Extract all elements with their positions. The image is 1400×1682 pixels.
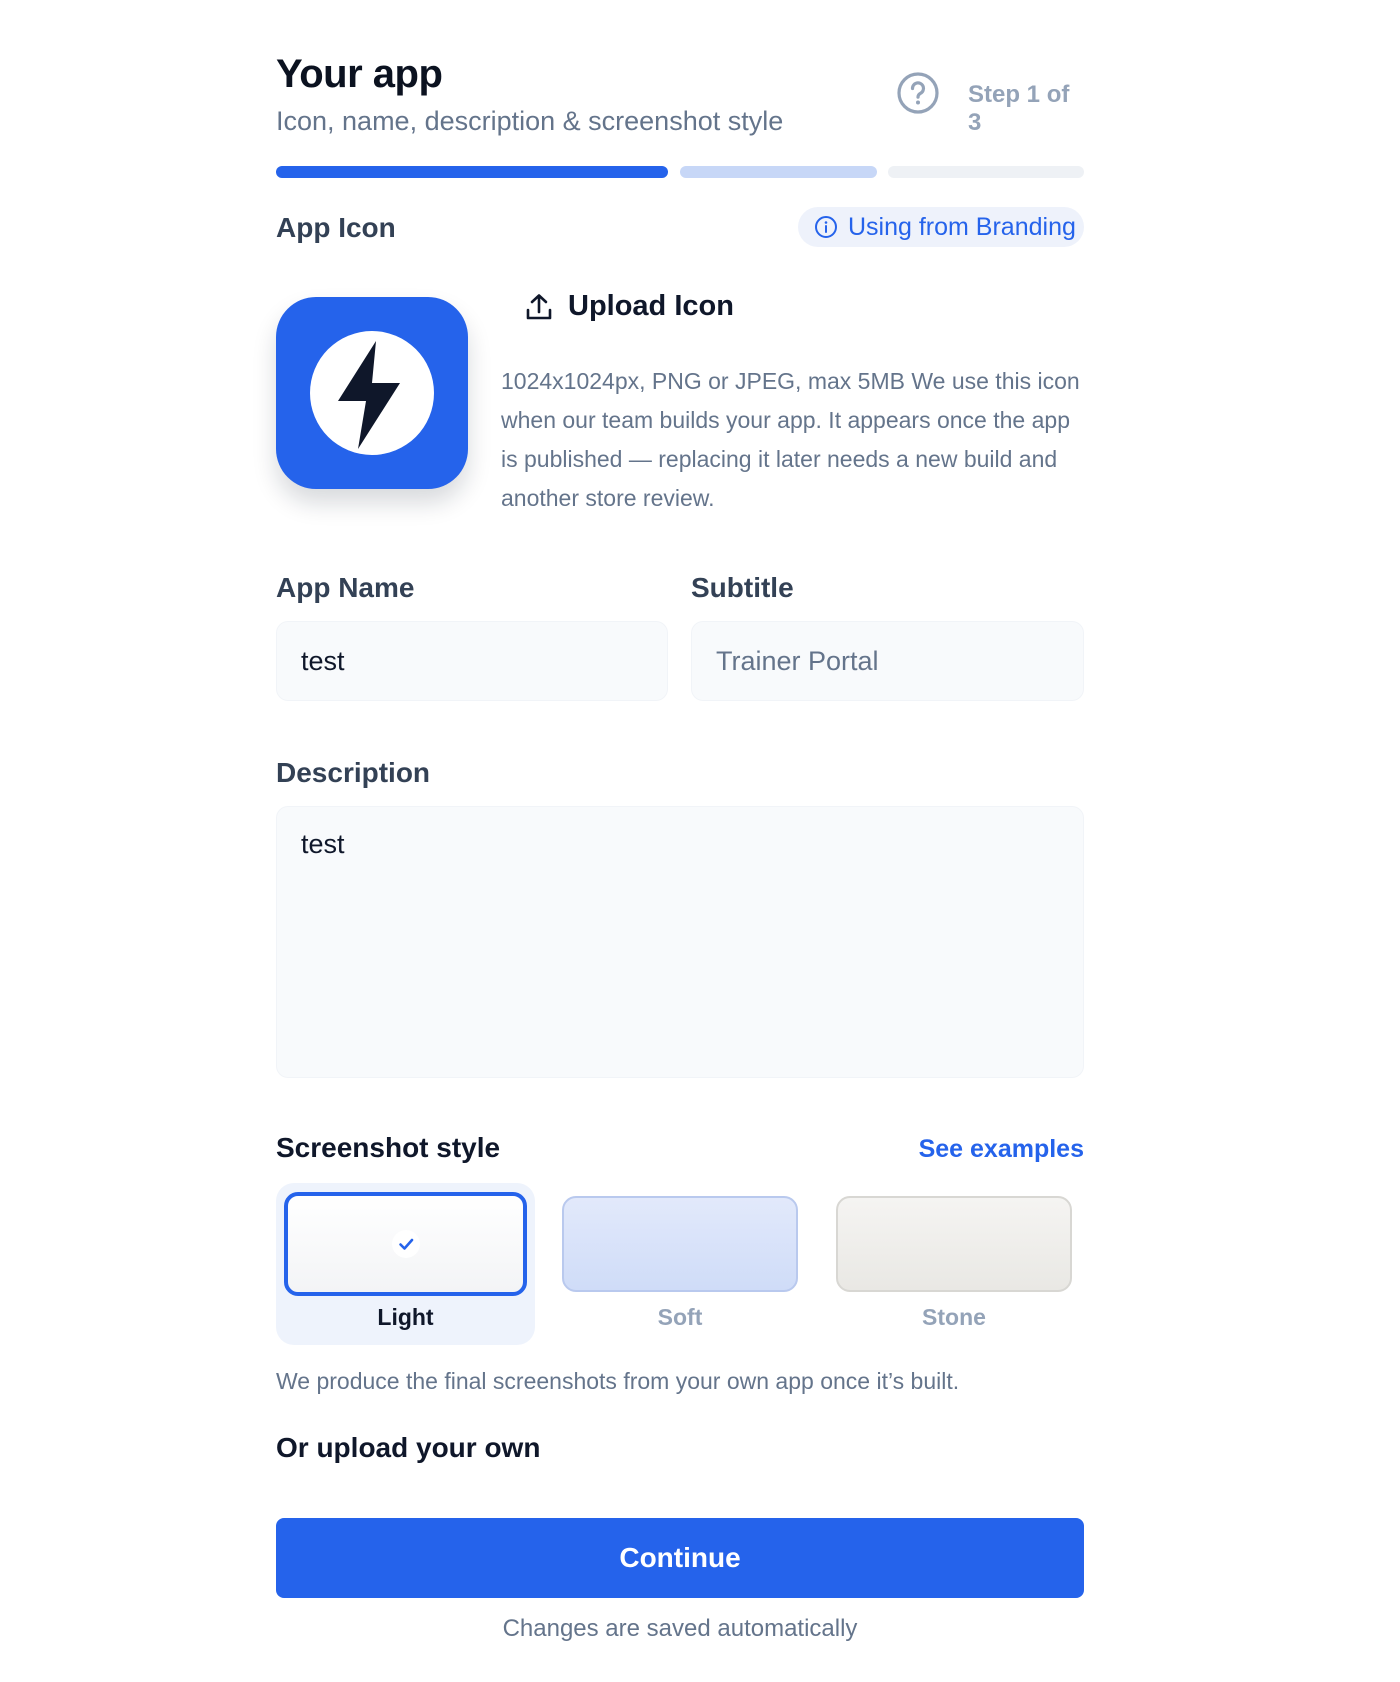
progress-segment-pending [888,166,1084,178]
see-examples-link[interactable]: See examples [919,1135,1084,1164]
question-circle-icon[interactable] [896,71,940,115]
subtitle-input[interactable]: Trainer Portal [691,621,1084,701]
continue-button[interactable]: Continue [276,1518,1084,1598]
description-label: Description [276,757,431,788]
upload-own-screenshots-link[interactable]: Or upload your own [276,1432,540,1464]
style-option-label: Stone [922,1304,986,1330]
app-name-input[interactable]: test [276,621,668,701]
autosave-note: Changes are saved automatically [502,1615,858,1642]
page-title: Your app [276,52,443,96]
soft-swatch [562,1196,798,1292]
upload-icon-label: Upload Icon [568,290,734,322]
upload-icon-button[interactable]: Upload Icon [524,290,734,323]
screenshot-style-note: We produce the final screenshots from yo… [276,1368,960,1394]
style-option-label: Light [377,1304,434,1330]
app-icon-label: App Icon [276,212,396,243]
step-indicator: Step 1 of 3 [968,81,1070,136]
style-option-soft[interactable]: Soft [562,1183,798,1345]
page-subtitle: Icon, name, description & screenshot sty… [276,106,784,136]
style-option-light[interactable]: Light [276,1183,535,1345]
description-textarea[interactable]: test [276,806,1084,1078]
using-branding-badge[interactable]: Using from Branding [798,207,1084,247]
style-option-stone[interactable]: Stone [836,1183,1072,1345]
lightning-bolt-icon [338,341,400,449]
app-icon-preview[interactable] [276,297,468,489]
branding-badge-label: Using from Branding [848,212,1076,241]
subtitle-label: Subtitle [691,572,794,603]
upload-icon-description: 1024x1024px, PNG or JPEG, max 5MB We use… [501,368,1080,511]
upload-icon [526,293,552,319]
app-name-label: App Name [276,572,415,603]
screenshot-style-label: Screenshot style [276,1132,501,1163]
stone-swatch [836,1196,1072,1292]
app-setup-page: Your app Icon, name, description & scree… [276,0,1084,1682]
style-option-label: Soft [657,1304,703,1330]
light-swatch [284,1192,527,1296]
progress-segment-next [680,166,877,178]
checkmark-icon [392,1230,420,1258]
step-progress-bar [276,166,1084,178]
progress-segment-active [276,166,668,178]
info-icon [815,216,837,238]
